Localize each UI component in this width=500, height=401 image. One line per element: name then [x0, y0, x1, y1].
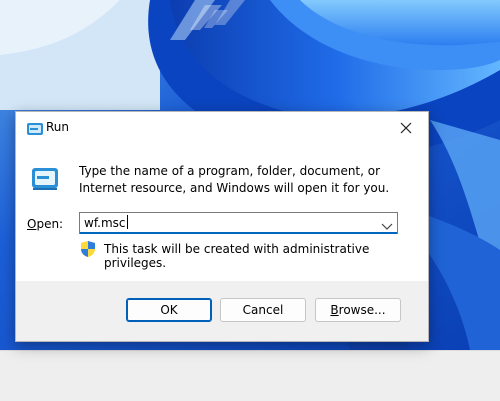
button-bar: OK Cancel Browse...: [16, 281, 428, 341]
admin-privileges-note: This task will be created with administr…: [104, 242, 370, 270]
title-bar: Run: [16, 112, 428, 144]
close-icon: [400, 122, 412, 134]
open-combobox[interactable]: wf.msc: [79, 212, 398, 234]
focus-underline: [80, 232, 397, 234]
browse-accelerator: B: [330, 303, 339, 317]
browse-label-rest: rowse...: [338, 303, 386, 317]
run-dialog: Run Type the name of a program, folder, …: [15, 111, 429, 342]
chevron-down-icon[interactable]: [380, 217, 394, 230]
dialog-content: Type the name of a program, folder, docu…: [16, 144, 428, 281]
uac-shield-icon: [80, 240, 96, 258]
open-label: Open:: [27, 217, 63, 231]
text-caret: [126, 215, 128, 229]
ok-button[interactable]: OK: [126, 298, 212, 322]
run-icon: [26, 121, 44, 135]
window-title: Run: [46, 120, 70, 134]
open-input[interactable]: wf.msc: [84, 215, 128, 230]
run-app-icon: [30, 166, 60, 192]
open-input-value: wf.msc: [84, 216, 126, 230]
open-label-rest: pen:: [36, 217, 64, 231]
close-button[interactable]: [384, 112, 428, 144]
cancel-button[interactable]: Cancel: [220, 298, 306, 322]
browse-button[interactable]: Browse...: [315, 298, 401, 322]
taskbar: [0, 350, 500, 401]
description-text: Type the name of a program, folder, docu…: [79, 164, 390, 195]
